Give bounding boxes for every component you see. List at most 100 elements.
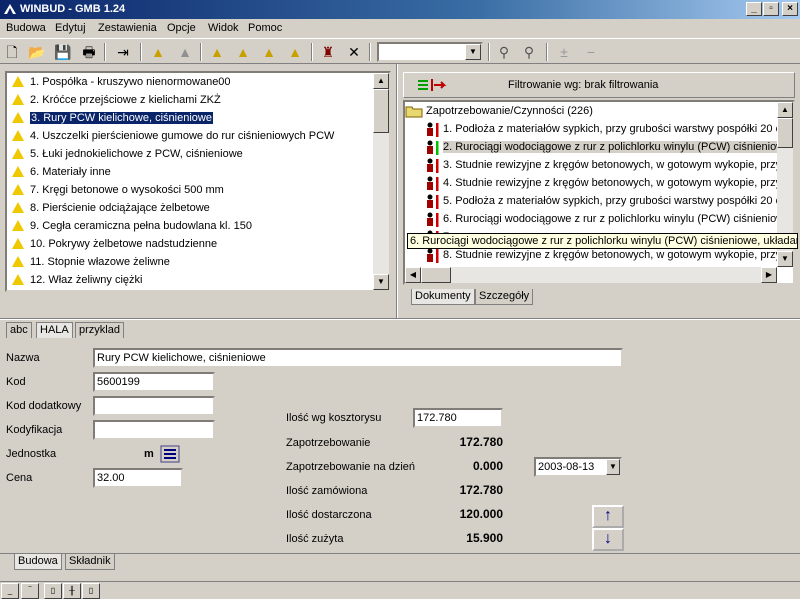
save-icon[interactable]: 💾 (53, 42, 73, 62)
print-icon[interactable]: 🖶 (79, 42, 99, 62)
add-row-icon[interactable]: ± (554, 42, 574, 62)
tab-abc[interactable]: abc (6, 322, 32, 338)
menu-opcje[interactable]: Opcje (167, 19, 196, 38)
worker-icon (425, 121, 439, 138)
zapotrz-dzien-label: Zapotrzebowanie na dzień (286, 461, 416, 473)
warning-icon (12, 111, 24, 123)
tab-przyklad[interactable]: przyklad (75, 322, 124, 338)
ilosc-zuzyta-label: Ilość zużyta (286, 533, 344, 545)
scroll-up-icon[interactable]: ▲ (373, 73, 389, 89)
material-r-icon[interactable]: ▲ (285, 42, 305, 62)
tooltip: 6. Rurociągi wodociągowe z rur z polichl… (407, 233, 798, 249)
arrow-down-button[interactable]: ↓ (592, 528, 624, 551)
kodyfikacja-field[interactable] (93, 420, 215, 440)
list-item[interactable]: 10. Pokrywy żelbetowe nadstudzienne (9, 235, 217, 253)
warning-icon (12, 183, 24, 195)
kod-field[interactable]: 5600199 (93, 372, 215, 392)
layout-right-icon[interactable]: ▯ (82, 583, 100, 599)
ilosc-dostarczona-value: 120.000 (459, 507, 503, 521)
material-arrow-icon[interactable]: ▲ (233, 42, 253, 62)
scroll-thumb[interactable] (777, 118, 793, 148)
collapse-icon[interactable]: _ (1, 583, 19, 599)
tree-root[interactable]: Zapotrzebowanie/Czynności (226) (405, 102, 593, 120)
tab-skladnik[interactable]: Składnik (65, 554, 115, 570)
maximize-button[interactable]: ▫ (763, 2, 779, 16)
scroll-up-icon[interactable]: ▲ (777, 102, 793, 118)
tab-szczegoly[interactable]: Szczegóły (475, 289, 534, 305)
open-folder-icon[interactable]: 📂 (27, 42, 47, 62)
scroll-down-icon[interactable]: ▼ (777, 251, 793, 267)
cena-field[interactable]: 32.00 (93, 468, 183, 488)
list-item[interactable]: 1. Pospółka - kruszywo nienormowane00 (9, 73, 231, 91)
ilosc-kosztorys-field[interactable]: 172.780 (413, 408, 503, 428)
list-item[interactable]: 6. Materiały inne (9, 163, 111, 181)
expand-icon[interactable]: ‾ (21, 583, 39, 599)
kod-dodatkowy-field[interactable] (93, 396, 215, 416)
tree-item[interactable]: 5. Podłoża z materiałów sypkich, przy gr… (425, 192, 790, 210)
remove-row-icon[interactable]: − (581, 42, 601, 62)
toolbar: 🗋 📂 💾 🖶 ⇥ ▲ ▲ ▲ ▲ ▲ ▲ ♜ ✕ ▼ ⚲ ⚲ ± − (0, 38, 800, 64)
worker-icon (425, 139, 439, 156)
menu-widok[interactable]: Widok (208, 19, 239, 38)
arrow-up-button[interactable]: ↑ (592, 505, 624, 528)
list-item[interactable]: 8. Pierścienie odciążające żelbetowe (9, 199, 210, 217)
chevron-down-icon[interactable]: ▼ (465, 44, 481, 60)
list-item[interactable]: 12. Właz żeliwny ciężki (9, 271, 142, 289)
menu-edytuj[interactable]: Edytuj (55, 19, 86, 38)
worker-icon (425, 211, 439, 228)
binoculars-next-icon[interactable]: ⚲ (519, 42, 539, 62)
list-item[interactable]: 2. Króćce przejściowe z kielichami ZKŻ (9, 91, 221, 109)
list-item[interactable]: 7. Kręgi betonowe o wysokości 500 mm (9, 181, 224, 199)
tab-dokumenty[interactable]: Dokumenty (411, 289, 475, 305)
list-item[interactable]: 5. Łuki jednokielichowe z PCW, ciśnienio… (9, 145, 243, 163)
material-move-icon[interactable]: ▲ (259, 42, 279, 62)
add-material-icon[interactable]: ▲ (148, 42, 168, 62)
vertical-splitter[interactable] (396, 64, 398, 318)
unit-picker-icon[interactable] (160, 445, 180, 463)
menu-pomoc[interactable]: Pomoc (248, 19, 282, 38)
close-button[interactable]: × (782, 2, 798, 16)
filter-icon[interactable] (416, 77, 450, 93)
material-n-icon[interactable]: ▲ (207, 42, 227, 62)
tree-item[interactable]: 6. Rurociągi wodociągowe z rur z polichl… (425, 210, 790, 228)
new-file-icon[interactable]: 🗋 (2, 42, 22, 62)
list-item[interactable]: 11. Stopnie włazowe żeliwne (9, 253, 170, 271)
hscroll-thumb[interactable] (421, 267, 451, 283)
filter-label: Filtrowanie wg: brak filtrowania (508, 79, 659, 91)
tree-hscrollbar[interactable]: ◀ ▶ (405, 267, 777, 283)
layout-left-icon[interactable]: ▯ (44, 583, 62, 599)
date-select[interactable]: 2003-08-13 ▼ (534, 457, 622, 477)
toolbar-combo[interactable]: ▼ (377, 42, 483, 62)
warning-icon (12, 75, 24, 87)
scroll-thumb[interactable] (373, 89, 389, 133)
scroll-left-icon[interactable]: ◀ (405, 267, 421, 283)
tree-item[interactable]: 3. Studnie rewizyjne z kręgów betonowych… (425, 156, 781, 174)
tab-budowa[interactable]: Budowa (14, 554, 62, 570)
remove-material-icon[interactable]: ▲ (175, 42, 195, 62)
tree-item[interactable]: 1. Podłoża z materiałów sypkich, przy gr… (425, 120, 790, 138)
import-icon[interactable]: ⇥ (113, 42, 133, 62)
list-item[interactable]: 3. Rury PCW kielichowe, ciśnieniowe (9, 109, 214, 127)
nazwa-field[interactable]: Rury PCW kielichowe, ciśnieniowe (93, 348, 623, 368)
title-bar: WINBUD - GMB 1.24 _ ▫ × (0, 0, 800, 19)
menu-budowa[interactable]: Budowa (6, 19, 46, 38)
scroll-down-icon[interactable]: ▼ (373, 274, 389, 290)
list-item[interactable]: 4. Uszczelki pierścieniowe gumowe do rur… (9, 127, 334, 145)
list-item[interactable]: 9. Cegła ceramiczna pełna budowlana kl. … (9, 217, 252, 235)
horizontal-splitter[interactable] (0, 318, 800, 320)
kod-label: Kod (6, 376, 26, 388)
menu-zestawienia[interactable]: Zestawienia (98, 19, 157, 38)
tree-item[interactable]: 2. Rurociągi wodociągowe z rur z polichl… (425, 138, 791, 156)
tree-item[interactable]: 4. Studnie rewizyjne z kręgów betonowych… (425, 174, 781, 192)
binoculars-icon[interactable]: ⚲ (494, 42, 514, 62)
chevron-down-icon[interactable]: ▼ (606, 459, 620, 475)
minimize-button[interactable]: _ (746, 2, 762, 16)
layout-split-icon[interactable]: ╫ (63, 583, 81, 599)
delete-icon[interactable]: ✕ (344, 42, 364, 62)
worker-icon[interactable]: ♜ (318, 42, 338, 62)
materials-scrollbar[interactable]: ▲ ▼ (373, 73, 389, 290)
tab-hala[interactable]: HALA (36, 322, 73, 338)
ilosc-zamowiona-label: Ilość zamówiona (286, 485, 368, 497)
scroll-right-icon[interactable]: ▶ (761, 267, 777, 283)
ilosc-zuzyta-value: 15.900 (466, 531, 503, 545)
